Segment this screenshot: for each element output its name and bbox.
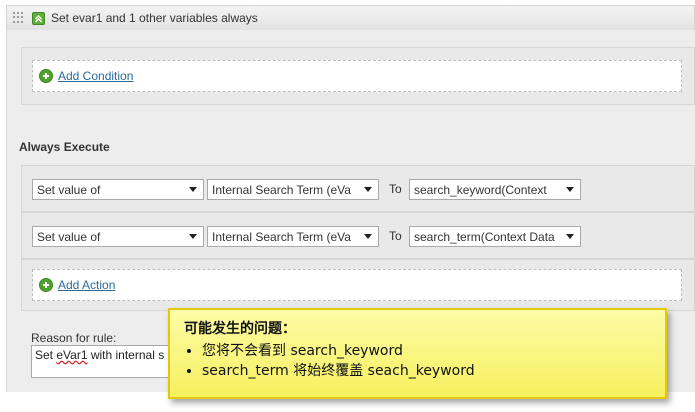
drag-grip-icon[interactable] (13, 12, 25, 24)
action-row-2: Set value of Internal Search Term (eVa T… (21, 212, 695, 259)
add-icon (39, 278, 53, 292)
add-icon (39, 69, 53, 83)
reason-label: Reason for rule: (31, 331, 117, 345)
callout-item: 您将不会看到 search_keyword (202, 341, 651, 361)
callout-title: 可能发生的问题： (184, 321, 296, 337)
chevron-down-icon (364, 187, 372, 192)
chevron-down-icon (189, 234, 197, 239)
value-select[interactable]: search_term(Context Data (409, 226, 581, 247)
add-action-link[interactable]: Add Action (58, 278, 115, 292)
rule-title: Set evar1 and 1 other variables always (51, 11, 258, 25)
variable-select[interactable]: Internal Search Term (eVa (207, 179, 379, 200)
callout-item: search_term 将始终覆盖 seach_keyword (202, 361, 651, 381)
to-label: To (389, 229, 402, 243)
chevron-down-icon (566, 234, 574, 239)
action-type-select[interactable]: Set value of (32, 226, 204, 247)
action-row-1: Set value of Internal Search Term (eVa T… (21, 165, 695, 212)
rule-header[interactable]: Set evar1 and 1 other variables always (6, 5, 695, 31)
chevron-down-icon (364, 234, 372, 239)
value-select[interactable]: search_keyword(Context (409, 179, 581, 200)
actions-drop-zone (32, 269, 682, 301)
add-condition-link[interactable]: Add Condition (58, 69, 133, 83)
always-execute-title: Always Execute (19, 140, 110, 154)
issue-callout: 可能发生的问题： 您将不会看到 search_keyword search_te… (168, 308, 667, 399)
callout-list: 您将不会看到 search_keyword search_term 将始终覆盖 … (184, 341, 651, 381)
action-type-select[interactable]: Set value of (32, 179, 204, 200)
add-action-section: Add Action (21, 259, 695, 311)
chevron-down-icon (189, 187, 197, 192)
reason-textarea[interactable]: Set eVar1 with internal s (31, 345, 181, 378)
add-condition-button[interactable]: Add Condition (39, 69, 133, 83)
variable-select[interactable]: Internal Search Term (eVa (207, 226, 379, 247)
conditions-section: Add Condition (21, 47, 695, 105)
to-label: To (389, 182, 402, 196)
add-action-button[interactable]: Add Action (39, 278, 115, 292)
collapse-icon[interactable] (32, 11, 45, 25)
chevron-down-icon (566, 187, 574, 192)
